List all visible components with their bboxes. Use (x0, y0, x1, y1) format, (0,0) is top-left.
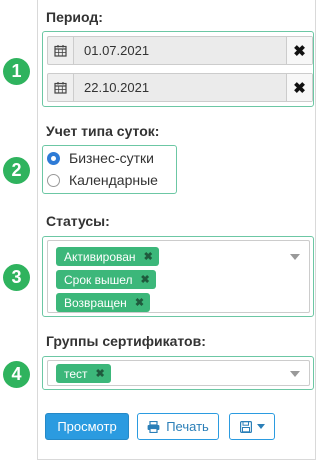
cert-group-tag: тест ✖ (56, 364, 111, 383)
date-to-input[interactable]: 22.10.2021 (74, 74, 286, 101)
calendar-icon[interactable] (48, 37, 74, 64)
callout-badge-4: 4 (3, 361, 30, 388)
chevron-down-icon[interactable] (290, 371, 300, 377)
clear-date-to-icon[interactable]: ✖ (286, 74, 312, 101)
cert-groups-group: тест ✖ (42, 356, 314, 390)
callout-badge-2: 2 (3, 157, 30, 184)
date-from-input[interactable]: 01.07.2021 (74, 37, 286, 64)
radio-calendar-day[interactable]: Календарные (47, 172, 158, 188)
remove-tag-icon[interactable]: ✖ (141, 273, 150, 286)
period-group: 01.07.2021 ✖ 22.10.2021 ✖ (42, 31, 314, 107)
view-button[interactable]: Просмотр (45, 413, 129, 440)
statuses-label: Статусы: (46, 213, 110, 229)
callout-badge-3: 3 (3, 264, 30, 291)
radio-business-day[interactable]: Бизнес-сутки (47, 150, 154, 166)
print-button-label: Печать (166, 419, 209, 434)
caret-down-icon (256, 424, 265, 429)
cert-group-tag-label: тест (64, 366, 88, 381)
clear-date-from-icon[interactable]: ✖ (286, 37, 312, 64)
day-type-label: Учет типа суток: (46, 123, 160, 139)
status-tag-label: Возвращен (64, 295, 127, 310)
callout-badge-1: 1 (3, 58, 30, 85)
save-dropdown-button[interactable] (229, 413, 275, 440)
status-tag: Активирован ✖ (56, 247, 159, 266)
status-tag: Срок вышел ✖ (56, 270, 156, 289)
statuses-group: Активирован ✖ Срок вышел ✖ Возвращен ✖ (42, 236, 314, 317)
remove-tag-icon[interactable]: ✖ (135, 296, 144, 309)
cert-groups-label: Группы сертификатов: (46, 333, 206, 349)
cert-groups-select[interactable]: тест ✖ (47, 360, 310, 386)
status-tag-label: Активирован (64, 249, 136, 264)
calendar-icon[interactable] (48, 74, 74, 101)
print-button[interactable]: Печать (137, 413, 219, 440)
radio-checked-icon[interactable] (47, 151, 60, 165)
filter-panel: Период: 01.07.2021 ✖ 22.10.2021 ✖ Учет т… (37, 0, 316, 460)
radio-unchecked-icon[interactable] (47, 173, 60, 187)
remove-tag-icon[interactable]: ✖ (144, 250, 153, 263)
printer-icon (147, 420, 160, 433)
remove-tag-icon[interactable]: ✖ (96, 367, 105, 380)
status-tag-label: Срок вышел (64, 272, 133, 287)
floppy-disk-icon (239, 420, 252, 433)
period-label: Период: (46, 9, 103, 25)
date-from-row: 01.07.2021 ✖ (47, 36, 313, 65)
date-to-row: 22.10.2021 ✖ (47, 73, 313, 102)
radio-calendar-day-label: Календарные (69, 172, 158, 188)
day-type-group: Бизнес-сутки Календарные (42, 145, 177, 194)
statuses-select[interactable]: Активирован ✖ Срок вышел ✖ Возвращен ✖ (47, 240, 310, 313)
status-tag: Возвращен ✖ (56, 293, 151, 312)
radio-business-day-label: Бизнес-сутки (69, 150, 154, 166)
chevron-down-icon[interactable] (290, 254, 300, 260)
